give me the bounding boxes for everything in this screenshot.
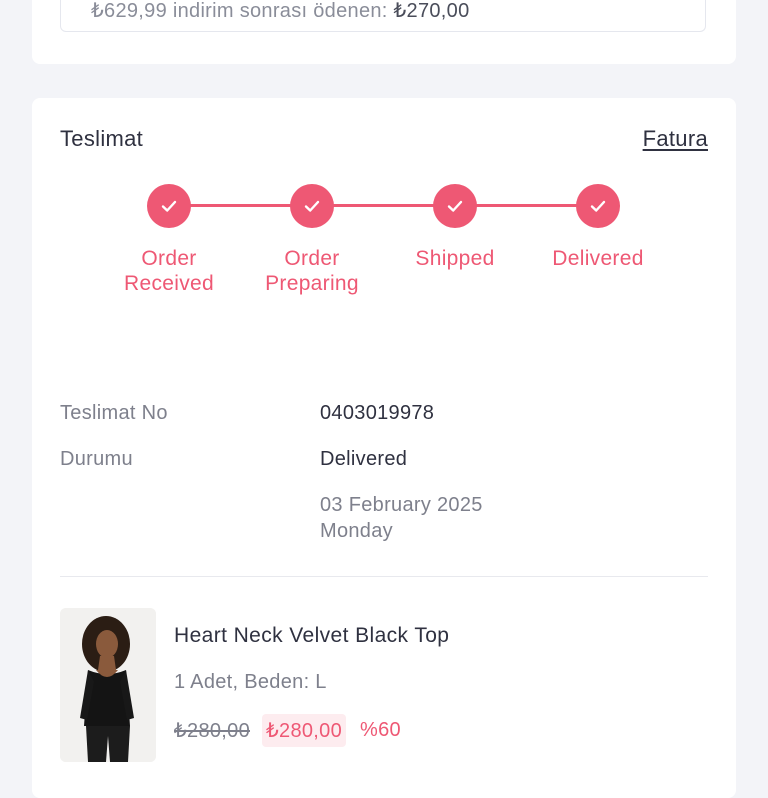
delivery-number-value: 0403019978 bbox=[320, 402, 435, 424]
order-summary-text: ₺629,99 indirim sonrası ödenen: ₺270,00 bbox=[91, 0, 470, 23]
product-name[interactable]: Heart Neck Velvet Black Top bbox=[174, 624, 449, 648]
product-quantity-size: 1 Adet, Beden: L bbox=[174, 671, 327, 693]
delivery-status-label: Durumu bbox=[60, 448, 133, 470]
delivery-weekday: Monday bbox=[320, 520, 393, 542]
delivery-date: 03 February 2025 bbox=[320, 494, 483, 516]
price-original: ₺280,00 bbox=[174, 719, 250, 742]
delivery-card: Teslimat Fatura Order Received Order Pre… bbox=[32, 98, 736, 798]
check-icon bbox=[433, 184, 477, 228]
price-sale: ₺280,00 bbox=[262, 713, 346, 747]
delivery-number-label: Teslimat No bbox=[60, 402, 168, 424]
invoice-link[interactable]: Fatura bbox=[643, 126, 708, 152]
summary-paid-amount: ₺270,00 bbox=[393, 0, 470, 22]
step-label: Order Preparing bbox=[265, 247, 359, 295]
divider bbox=[60, 576, 708, 577]
summary-prefix: ₺629,99 indirim sonrası ödenen: bbox=[91, 0, 388, 22]
step-label: Order Received bbox=[124, 247, 214, 295]
check-icon bbox=[290, 184, 334, 228]
delivery-title: Teslimat bbox=[60, 126, 144, 151]
step-order-preparing: Order Preparing bbox=[242, 184, 382, 296]
check-icon bbox=[147, 184, 191, 228]
step-label: Delivered bbox=[552, 247, 644, 270]
discount-percent: %60 bbox=[360, 718, 401, 741]
step-delivered: Delivered bbox=[528, 184, 668, 271]
step-shipped: Shipped bbox=[385, 184, 525, 271]
delivery-status-value: Delivered bbox=[320, 448, 408, 470]
product-image[interactable] bbox=[60, 608, 156, 762]
step-label: Shipped bbox=[415, 247, 495, 270]
step-order-received: Order Received bbox=[99, 184, 239, 296]
order-summary-card: ₺629,99 indirim sonrası ödenen: ₺270,00 bbox=[32, 0, 736, 64]
delivery-progress-steps: Order Received Order Preparing Shipped D… bbox=[32, 184, 736, 314]
price-row: ₺280,00 ₺280,00 %60 bbox=[174, 712, 401, 748]
order-summary-box: ₺629,99 indirim sonrası ödenen: ₺270,00 bbox=[60, 0, 706, 32]
check-icon bbox=[576, 184, 620, 228]
